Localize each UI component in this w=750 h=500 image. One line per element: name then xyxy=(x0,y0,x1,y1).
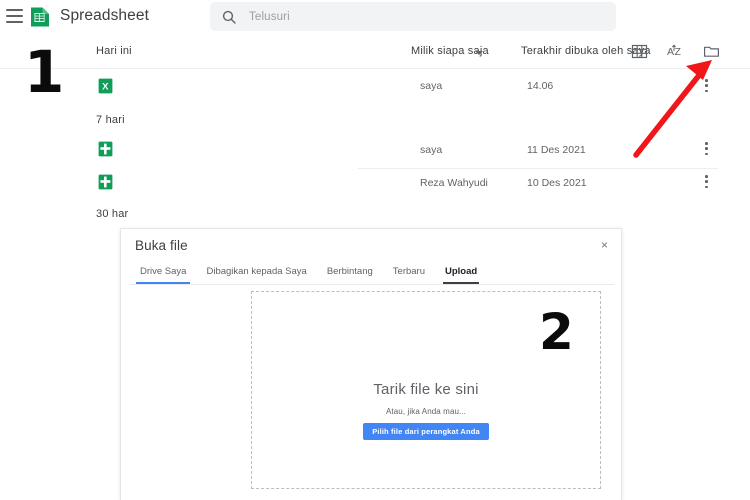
table-row[interactable]: Reza Wahyudi 10 Des 2021 xyxy=(0,169,750,197)
dialog-tabs: Drive Saya Dibagikan kepada Saya Berbint… xyxy=(130,262,487,284)
tab-upload[interactable]: Upload xyxy=(435,266,487,284)
file-date: 11 Des 2021 xyxy=(527,144,586,156)
group-header-30-days-wrap: 30 har xyxy=(0,197,750,225)
chevron-down-icon[interactable] xyxy=(475,51,483,55)
sheets-file-icon xyxy=(98,174,113,190)
file-owner: saya xyxy=(420,80,443,92)
choose-file-button[interactable]: Pilih file dari perangkat Anda xyxy=(363,423,489,440)
file-date: 14.06 xyxy=(527,80,554,92)
group-header-30-days: 30 har xyxy=(96,208,129,220)
dropzone-sub-text: Atau, jika Anda mau... xyxy=(385,407,467,416)
google-sheets-logo-icon xyxy=(30,6,51,28)
step-number-1: 1 xyxy=(24,38,65,106)
sheets-file-icon xyxy=(98,141,113,157)
dialog-tabs-divider xyxy=(130,284,614,285)
close-icon[interactable]: × xyxy=(601,239,608,251)
dropzone-main-text: Tarik file ke sini xyxy=(373,381,479,398)
tab-drive-saya[interactable]: Drive Saya xyxy=(130,266,196,284)
search-placeholder: Telusuri xyxy=(249,10,290,23)
search-input[interactable]: Telusuri xyxy=(210,2,616,31)
more-vertical-icon[interactable] xyxy=(705,175,709,191)
tab-dibagikan-kepada-saya[interactable]: Dibagikan kepada Saya xyxy=(196,266,316,284)
file-owner: Reza Wahyudi xyxy=(420,177,488,189)
tab-terbaru[interactable]: Terbaru xyxy=(383,266,435,284)
open-file-dialog: Buka file × Drive Saya Dibagikan kepada … xyxy=(120,228,622,500)
top-bar: Spreadsheet Telusuri xyxy=(0,0,750,34)
red-arrow-pointing-to-folder-icon xyxy=(633,60,712,158)
svg-text:X: X xyxy=(102,81,109,92)
group-header-7-days: 7 hari xyxy=(96,114,125,126)
search-icon xyxy=(222,10,236,24)
hamburger-menu-icon[interactable] xyxy=(6,9,23,23)
step-number-2: 2 xyxy=(539,303,574,361)
xlsx-file-icon: X xyxy=(98,78,113,94)
tab-berbintang[interactable]: Berbintang xyxy=(317,266,383,284)
group-header-today: Hari ini xyxy=(96,45,132,57)
file-owner: saya xyxy=(420,144,443,156)
dialog-title: Buka file xyxy=(135,238,188,253)
app-window: Spreadsheet Telusuri Hari ini Milik siap… xyxy=(0,0,750,500)
file-date: 10 Des 2021 xyxy=(527,177,587,189)
dropzone-content: Tarik file ke sini Atau, jika Anda mau..… xyxy=(252,381,600,440)
app-title: Spreadsheet xyxy=(60,7,149,24)
